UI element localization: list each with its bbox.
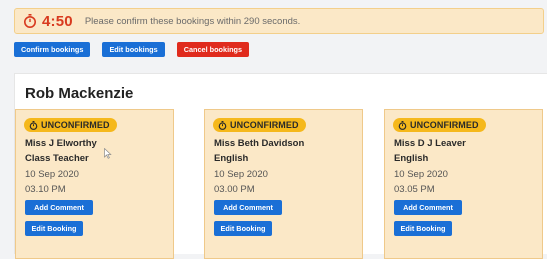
status-badge: UNCONFIRMED (393, 118, 486, 132)
countdown-message: Please confirm these bookings within 290… (84, 15, 301, 27)
subject: Class Teacher (25, 153, 89, 164)
status-badge: UNCONFIRMED (213, 118, 306, 132)
booking-date: 10 Sep 2020 (214, 169, 268, 180)
status-label: UNCONFIRMED (410, 120, 479, 130)
stopwatch-icon (398, 120, 407, 130)
booking-time: 03.10 PM (25, 184, 66, 195)
cancel-bookings-button[interactable]: Cancel bookings (176, 42, 250, 57)
booking-card: UNCONFIRMED Miss J Elworthy Class Teache… (15, 109, 174, 259)
booking-date: 10 Sep 2020 (394, 169, 448, 180)
add-comment-button[interactable]: Add Comment (214, 200, 282, 215)
confirm-bookings-button[interactable]: Confirm bookings (14, 42, 91, 57)
countdown-banner: 4:50 Please confirm these bookings withi… (14, 8, 544, 34)
teacher-name: Miss Beth Davidson (214, 138, 305, 149)
countdown-value: 4:50 (42, 12, 73, 30)
top-strip (0, 0, 547, 4)
booking-time: 03.05 PM (394, 184, 435, 195)
edit-booking-button[interactable]: Edit Booking (25, 221, 83, 236)
add-comment-button[interactable]: Add Comment (394, 200, 462, 215)
booking-time: 03.00 PM (214, 184, 255, 195)
parent-bookings-section: Rob Mackenzie UNCONFIRMED Miss Beth Davi… (14, 73, 547, 259)
bulk-actions: Confirm bookings Edit bookings Cancel bo… (14, 42, 250, 57)
edit-bookings-button[interactable]: Edit bookings (102, 42, 165, 57)
parent-name-heading: Rob Mackenzie (25, 85, 134, 102)
booking-date: 10 Sep 2020 (25, 169, 79, 180)
add-comment-button[interactable]: Add Comment (25, 200, 93, 215)
stopwatch-icon (29, 120, 38, 130)
status-badge: UNCONFIRMED (24, 118, 117, 132)
edit-booking-button[interactable]: Edit Booking (394, 221, 452, 236)
teacher-name: Miss J Elworthy (25, 138, 97, 149)
booking-card: UNCONFIRMED Miss Beth Davidson English 1… (204, 109, 363, 259)
teacher-name: Miss D J Leaver (394, 138, 466, 149)
status-label: UNCONFIRMED (230, 120, 299, 130)
status-label: UNCONFIRMED (41, 120, 110, 130)
subject: English (394, 153, 429, 164)
stopwatch-icon (23, 14, 37, 28)
edit-booking-button[interactable]: Edit Booking (214, 221, 272, 236)
booking-card: UNCONFIRMED Miss D J Leaver English 10 S… (384, 109, 543, 259)
stopwatch-icon (218, 120, 227, 130)
mouse-cursor-icon (104, 146, 112, 164)
subject: English (214, 153, 249, 164)
